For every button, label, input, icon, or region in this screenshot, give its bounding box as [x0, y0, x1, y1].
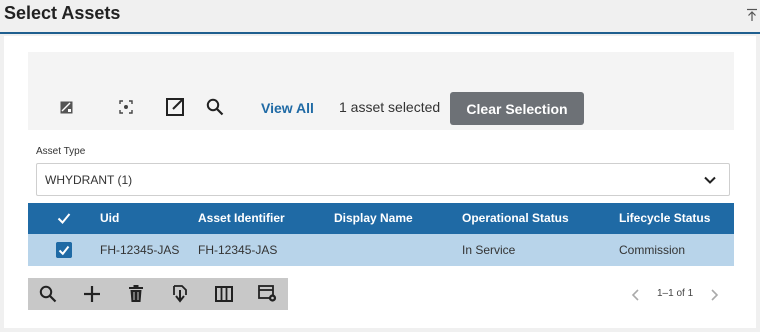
map-toolbar	[28, 52, 734, 130]
delete-icon[interactable]	[125, 283, 147, 305]
row-checkbox[interactable]	[56, 242, 72, 258]
clear-selection-button[interactable]: Clear Selection	[450, 92, 584, 125]
select-assets-panel: Select Assets View All 1 asset selected …	[0, 0, 760, 332]
column-header-display-name[interactable]: Display Name	[334, 211, 413, 225]
focus-icon[interactable]	[115, 96, 137, 118]
search-icon[interactable]	[37, 283, 59, 305]
asset-type-label: Asset Type	[36, 146, 86, 157]
column-header-asset-identifier[interactable]: Asset Identifier	[198, 211, 285, 225]
collapse-icon[interactable]	[746, 8, 758, 22]
assets-table: Uid Asset Identifier Display Name Operat…	[28, 203, 734, 266]
asset-type-select[interactable]: WHYDRANT (1)	[36, 163, 730, 196]
download-icon[interactable]	[169, 283, 191, 305]
page-title: Select Assets	[4, 3, 121, 23]
column-header-lifecycle-status[interactable]: Lifecycle Status	[619, 211, 710, 225]
select-all-checkbox[interactable]	[56, 210, 72, 226]
column-header-uid[interactable]: Uid	[100, 211, 119, 225]
column-header-operational-status[interactable]: Operational Status	[462, 211, 569, 225]
chevron-down-icon	[704, 176, 716, 184]
chevron-left-icon[interactable]	[630, 288, 642, 302]
image-edit-icon[interactable]	[55, 96, 77, 118]
pagination-text: 1–1 of 1	[657, 288, 694, 299]
pagination: 1–1 of 1	[630, 286, 722, 304]
cell-asset-identifier: FH-12345-JAS	[198, 243, 278, 257]
columns-icon[interactable]	[213, 283, 235, 305]
cell-uid: FH-12345-JAS	[100, 243, 180, 257]
view-all-link[interactable]: View All	[261, 100, 314, 116]
search-icon[interactable]	[204, 96, 226, 118]
cell-lifecycle-status: Commission	[619, 243, 686, 257]
add-icon[interactable]	[81, 283, 103, 305]
open-external-icon[interactable]	[164, 96, 186, 118]
cell-operational-status: In Service	[462, 243, 516, 257]
table-row[interactable]: FH-12345-JAS FH-12345-JAS In Service Com…	[28, 234, 734, 266]
selection-count: 1 asset selected	[339, 99, 441, 115]
panel-header: Select Assets	[0, 0, 760, 34]
table-actions-bar	[28, 278, 288, 310]
asset-type-value: WHYDRANT (1)	[45, 173, 133, 187]
table-header: Uid Asset Identifier Display Name Operat…	[28, 203, 734, 234]
chevron-right-icon[interactable]	[708, 288, 720, 302]
table-settings-icon[interactable]	[257, 283, 279, 305]
